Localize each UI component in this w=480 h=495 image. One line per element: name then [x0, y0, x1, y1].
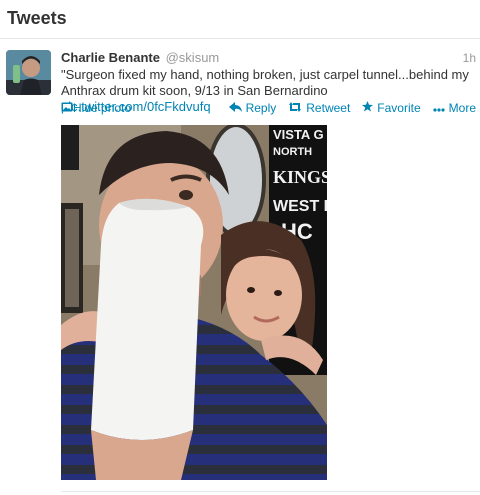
poster-line-2: KINGS — [273, 167, 327, 187]
dots-icon — [433, 101, 445, 115]
hide-photo-button[interactable]: Hide photo — [61, 101, 131, 115]
tweet-actions: Hide photo Reply Retweet Favorite More — [61, 101, 476, 117]
author-username[interactable]: @skisum — [166, 50, 220, 65]
retweet-button[interactable]: Retweet — [288, 101, 350, 115]
poster-line-3: WEST K — [273, 198, 327, 215]
reply-label: Reply — [245, 101, 277, 115]
action-group: Reply Retweet Favorite More — [217, 101, 476, 115]
author-name[interactable]: Charlie Benante — [61, 50, 160, 65]
favorite-button[interactable]: Favorite — [362, 101, 421, 115]
star-icon — [362, 101, 374, 115]
tweet-item[interactable]: Charlie Benante @skisum 1h "Surgeon fixe… — [0, 39, 480, 495]
tweet-divider — [61, 491, 480, 492]
hide-photo-label: Hide photo — [73, 101, 132, 115]
tweet-body-text: "Surgeon fixed my hand, nothing broken, … — [61, 67, 469, 98]
reply-button[interactable]: Reply — [228, 101, 277, 115]
retweet-icon — [288, 101, 302, 115]
poster-line-1: NORTH — [273, 146, 312, 158]
timeline-header: Tweets — [0, 0, 480, 39]
avatar[interactable] — [6, 50, 51, 95]
tweet-header: Charlie Benante @skisum 1h — [61, 50, 476, 68]
retweet-label: Retweet — [306, 101, 351, 115]
poster-line-0: VISTA G — [273, 127, 324, 142]
tweet-timestamp[interactable]: 1h — [463, 50, 476, 66]
photo-illustration: VISTA G NORTH KINGS WEST K HC DE HA — [61, 125, 327, 480]
favorite-label: Favorite — [377, 101, 421, 115]
page-title: Tweets — [7, 8, 67, 28]
more-label: More — [448, 101, 476, 115]
tweet-photo[interactable]: VISTA G NORTH KINGS WEST K HC DE HA — [61, 125, 327, 480]
photo-icon — [61, 101, 73, 115]
more-button[interactable]: More — [433, 101, 476, 115]
reply-arrow-icon — [228, 101, 242, 115]
